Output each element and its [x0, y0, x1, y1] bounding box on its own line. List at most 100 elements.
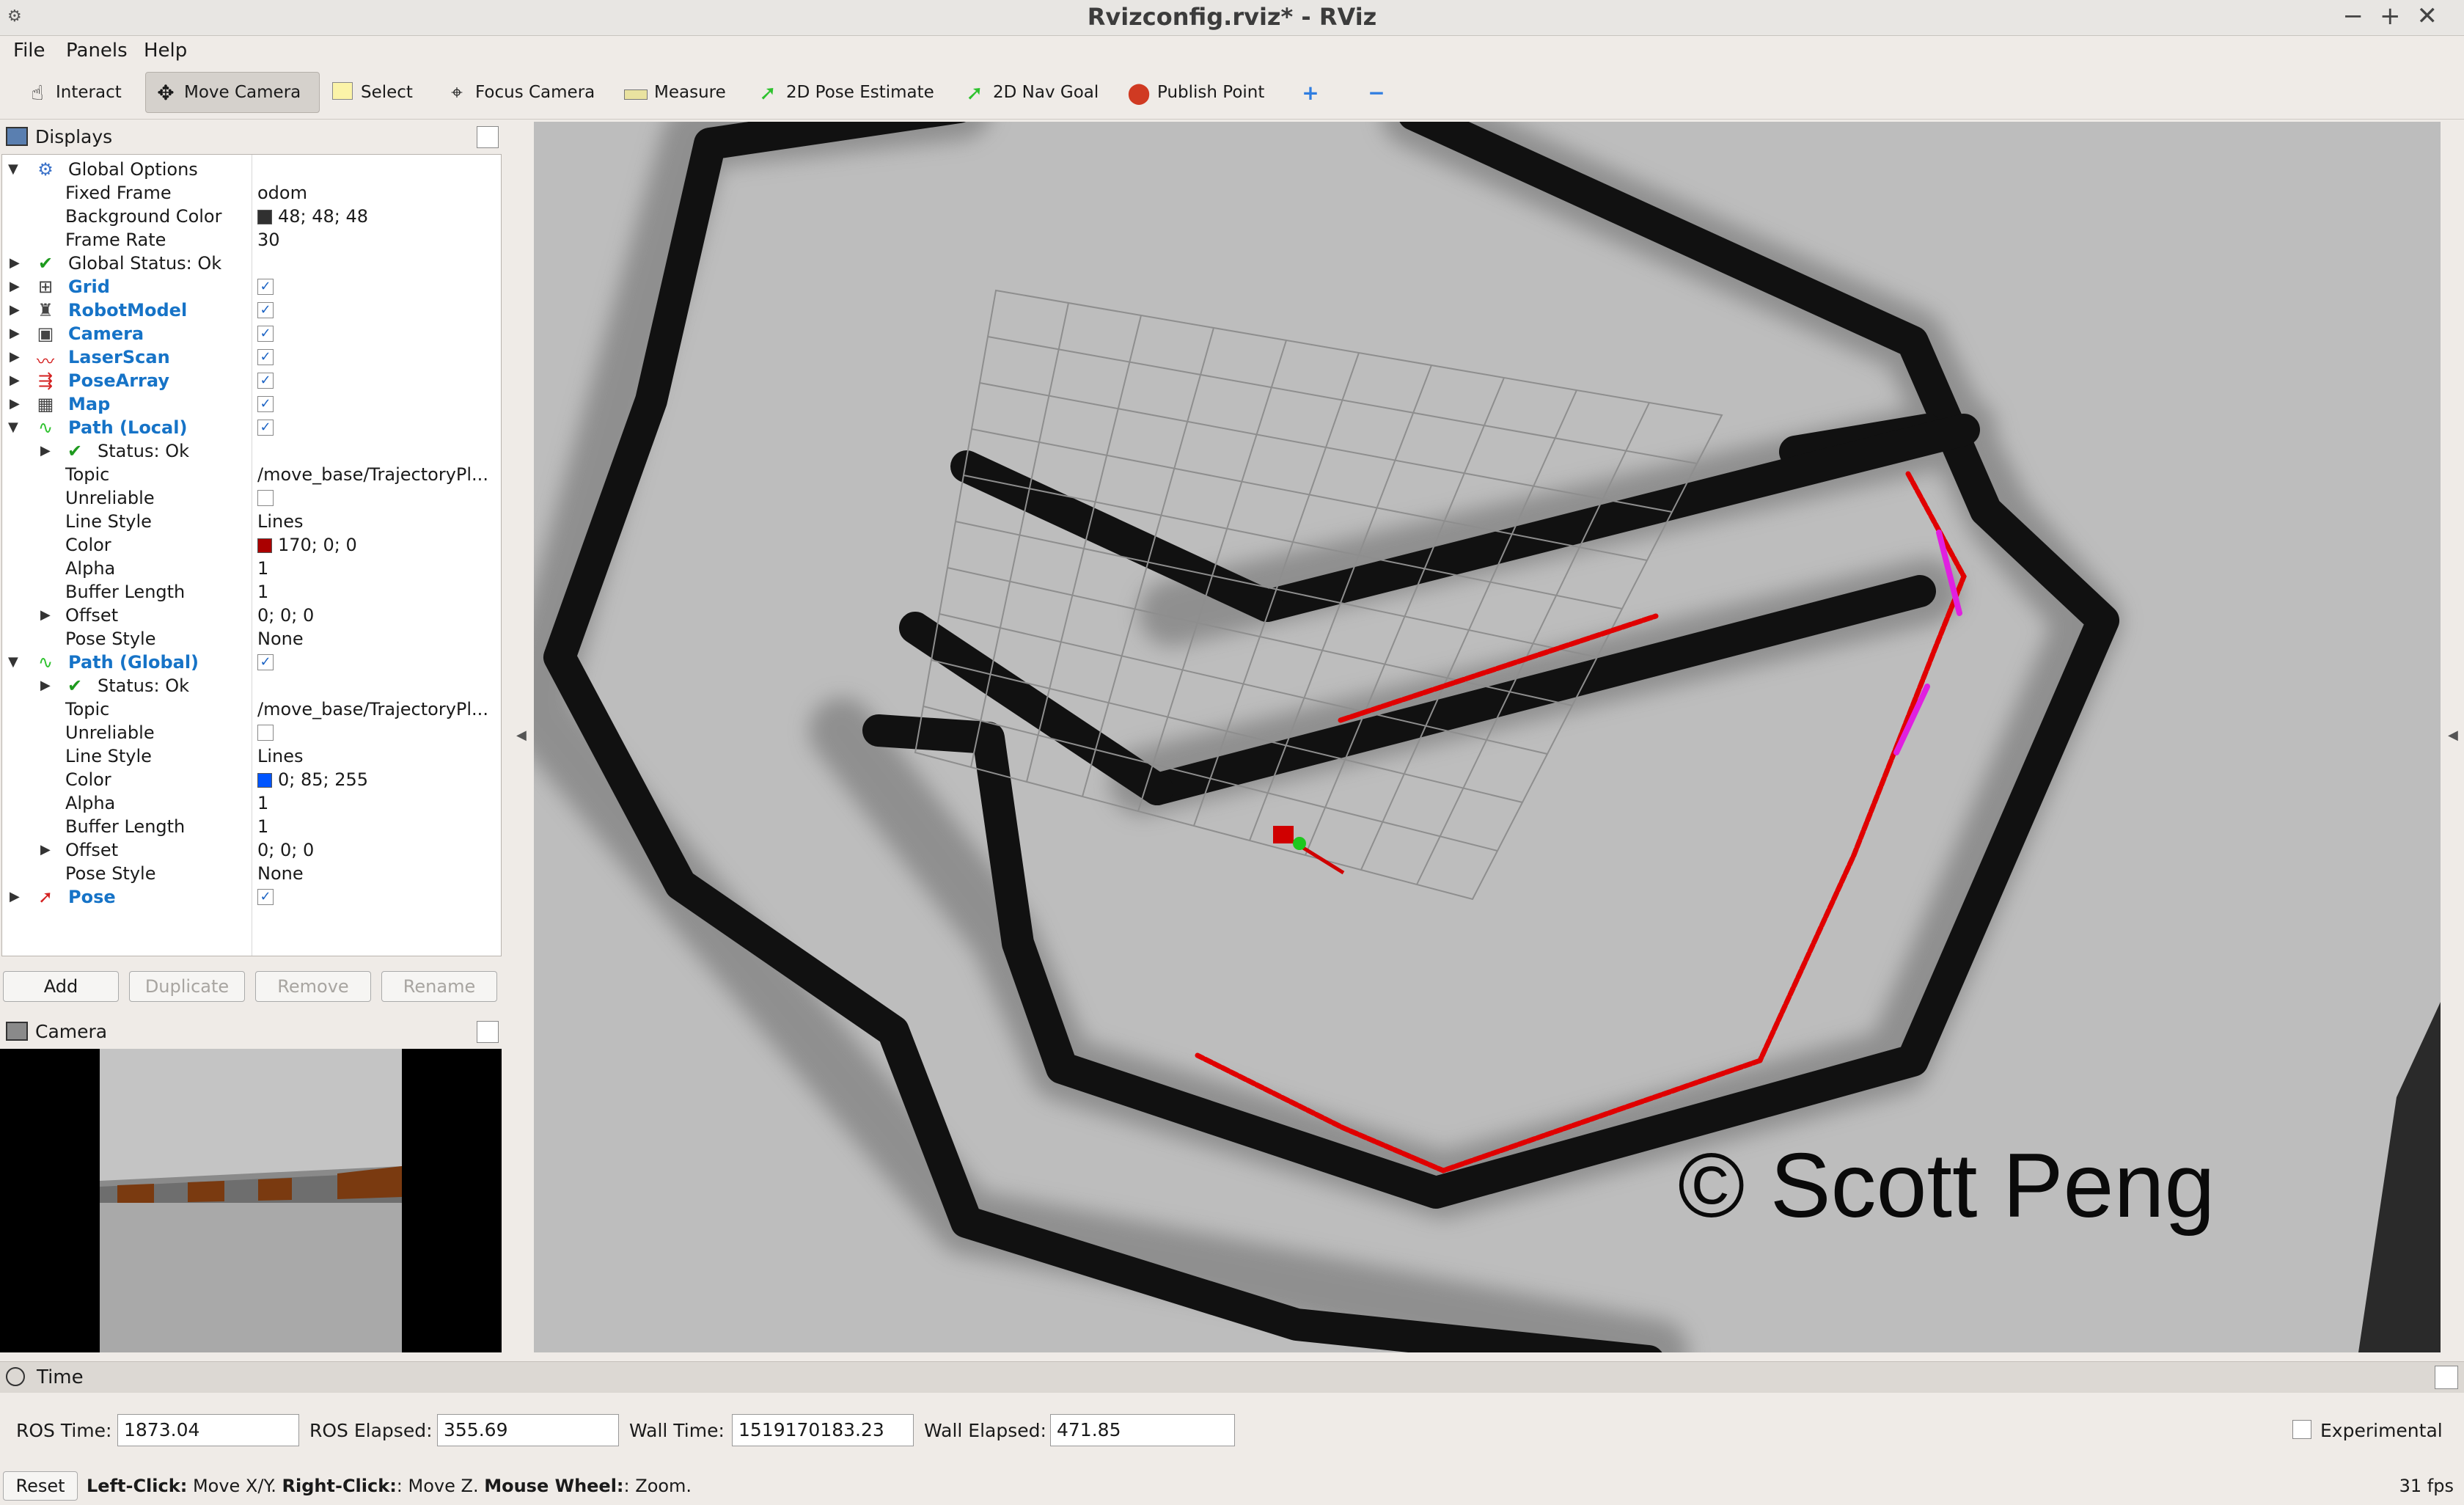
expand-arrow[interactable]: ▶: [10, 373, 20, 388]
window-controls[interactable]: −+✕: [2343, 1, 2454, 31]
measure-tool[interactable]: Measure: [616, 72, 733, 113]
enable-checkbox[interactable]: ✓: [257, 279, 274, 295]
3d-viewport[interactable]: © Scott Peng: [534, 122, 2441, 1352]
pose-estimate-tool[interactable]: ➚ 2D Pose Estimate: [748, 72, 942, 113]
wall-time-field[interactable]: 1519170183.23: [732, 1414, 914, 1446]
expand-arrow[interactable]: ▶: [40, 678, 51, 693]
expand-arrow[interactable]: ▶: [40, 607, 51, 623]
row-value[interactable]: Lines: [257, 511, 304, 532]
tree-row-offset[interactable]: ▶ Offset 0; 0; 0: [2, 604, 501, 627]
rename-button[interactable]: Rename: [381, 971, 497, 1002]
ros-time-field[interactable]: 1873.04: [117, 1414, 299, 1446]
publish-point-tool[interactable]: ⬤ Publish Point: [1119, 72, 1272, 113]
tree-row-frame-rate[interactable]: Frame Rate 30: [2, 228, 501, 252]
enable-checkbox[interactable]: ✓: [257, 302, 274, 318]
row-value[interactable]: 0; 0; 0: [257, 840, 314, 860]
add-tool-button[interactable]: +: [1291, 72, 1330, 113]
duplicate-button[interactable]: Duplicate: [129, 971, 245, 1002]
tree-row-color[interactable]: Color 170; 0; 0: [2, 533, 501, 557]
unreliable-checkbox[interactable]: [257, 490, 274, 506]
move-camera-tool[interactable]: ✥ Move Camera: [145, 72, 320, 113]
menu-file[interactable]: File: [13, 40, 45, 62]
add-display-button[interactable]: Add: [3, 971, 119, 1002]
tree-row-background-color[interactable]: Background Color 48; 48; 48: [2, 205, 501, 228]
tree-row-camera[interactable]: ▶ ▣ Camera ✓: [2, 322, 501, 345]
reset-button[interactable]: Reset: [3, 1471, 78, 1501]
focus-camera-tool[interactable]: ⌖ Focus Camera: [437, 72, 602, 113]
tree-row-unreliable[interactable]: Unreliable: [2, 486, 501, 510]
collapse-left-arrow[interactable]: ◀: [516, 728, 527, 743]
enable-checkbox[interactable]: ✓: [257, 654, 274, 670]
tree-row-line-style[interactable]: Line Style Lines: [2, 744, 501, 768]
tree-row-fixed-frame[interactable]: Fixed Frame odom: [2, 181, 501, 205]
enable-checkbox[interactable]: ✓: [257, 420, 274, 436]
tree-row-status-ok[interactable]: ▶ ✔ Status: Ok: [2, 674, 501, 697]
enable-checkbox[interactable]: ✓: [257, 373, 274, 389]
enable-checkbox[interactable]: ✓: [257, 889, 274, 905]
interact-tool[interactable]: ☝ Interact: [18, 72, 129, 113]
row-value[interactable]: 170; 0; 0: [257, 535, 357, 555]
tree-row-pose-style[interactable]: Pose Style None: [2, 627, 501, 651]
unreliable-checkbox[interactable]: [257, 725, 274, 741]
expand-arrow[interactable]: ▶: [10, 279, 20, 294]
row-value[interactable]: Lines: [257, 746, 304, 766]
expand-arrow[interactable]: ▶: [10, 302, 20, 318]
float-panel-button[interactable]: [477, 126, 499, 148]
menu-panels[interactable]: Panels: [66, 40, 128, 62]
select-tool[interactable]: Select: [323, 72, 420, 113]
tree-row-posearray[interactable]: ▶ ⇶ PoseArray ✓: [2, 369, 501, 392]
row-value[interactable]: 30: [257, 230, 280, 250]
expand-arrow[interactable]: ▶: [40, 842, 51, 857]
tree-row-status-ok[interactable]: ▶ ✔ Status: Ok: [2, 439, 501, 463]
tree-row-buffer-length[interactable]: Buffer Length 1: [2, 815, 501, 838]
expand-arrow[interactable]: ▶: [10, 255, 20, 271]
row-value[interactable]: 1: [257, 816, 268, 837]
tree-row-color[interactable]: Color 0; 85; 255: [2, 768, 501, 791]
tree-row-grid[interactable]: ▶ ⊞ Grid ✓: [2, 275, 501, 299]
expand-arrow[interactable]: ▶: [10, 396, 20, 411]
row-value[interactable]: 1: [257, 793, 268, 813]
tree-row-alpha[interactable]: Alpha 1: [2, 557, 501, 580]
remove-button[interactable]: Remove: [255, 971, 371, 1002]
tree-row-alpha[interactable]: Alpha 1: [2, 791, 501, 815]
row-value[interactable]: 1: [257, 582, 268, 602]
enable-checkbox[interactable]: ✓: [257, 396, 274, 412]
expand-arrow[interactable]: ▼: [8, 161, 18, 177]
tree-row-path-local[interactable]: ▼ ∿ Path (Local) ✓: [2, 416, 501, 439]
tree-row-unreliable[interactable]: Unreliable: [2, 721, 501, 744]
row-value[interactable]: /move_base/TrajectoryPl...: [257, 699, 488, 719]
expand-arrow[interactable]: ▼: [8, 420, 18, 435]
row-value[interactable]: odom: [257, 183, 307, 203]
tree-row-path-global[interactable]: ▼ ∿ Path (Global) ✓: [2, 651, 501, 674]
tree-row-robotmodel[interactable]: ▶ ♜ RobotModel ✓: [2, 299, 501, 322]
expand-arrow[interactable]: ▶: [40, 443, 51, 458]
expand-arrow[interactable]: ▶: [10, 889, 20, 904]
tree-row-laserscan[interactable]: ▶ 〰 LaserScan ✓: [2, 345, 501, 372]
menu-help[interactable]: Help: [144, 40, 187, 62]
tree-row-global-options[interactable]: ▼ ⚙ Global Options: [2, 158, 501, 181]
row-value[interactable]: None: [257, 629, 304, 649]
expand-arrow[interactable]: ▶: [10, 326, 20, 341]
experimental-checkbox[interactable]: [2292, 1420, 2311, 1439]
tree-row-topic[interactable]: Topic /move_base/TrajectoryPl...: [2, 697, 501, 721]
row-value[interactable]: 0; 85; 255: [257, 769, 368, 790]
tree-row-offset[interactable]: ▶ Offset 0; 0; 0: [2, 838, 501, 862]
row-value[interactable]: 48; 48; 48: [257, 206, 368, 227]
ros-elapsed-field[interactable]: 355.69: [437, 1414, 619, 1446]
row-value[interactable]: /move_base/TrajectoryPl...: [257, 464, 488, 485]
expand-arrow[interactable]: ▼: [8, 654, 18, 670]
enable-checkbox[interactable]: ✓: [257, 326, 274, 342]
nav-goal-tool[interactable]: ➚ 2D Nav Goal: [955, 72, 1106, 113]
collapse-right-arrow[interactable]: ◀: [2448, 728, 2458, 743]
tree-row-buffer-length[interactable]: Buffer Length 1: [2, 580, 501, 604]
row-value[interactable]: 0; 0; 0: [257, 605, 314, 626]
float-panel-button[interactable]: [477, 1021, 499, 1043]
row-value[interactable]: 1: [257, 558, 268, 579]
tree-row-map[interactable]: ▶ ▦ Map ✓: [2, 392, 501, 416]
expand-arrow[interactable]: ▶: [10, 349, 20, 365]
enable-checkbox[interactable]: ✓: [257, 349, 274, 365]
wall-elapsed-field[interactable]: 471.85: [1050, 1414, 1235, 1446]
float-panel-button[interactable]: [2435, 1366, 2458, 1389]
tree-row-topic[interactable]: Topic /move_base/TrajectoryPl...: [2, 463, 501, 486]
tree-row-global-status[interactable]: ▶ ✔ Global Status: Ok: [2, 252, 501, 275]
